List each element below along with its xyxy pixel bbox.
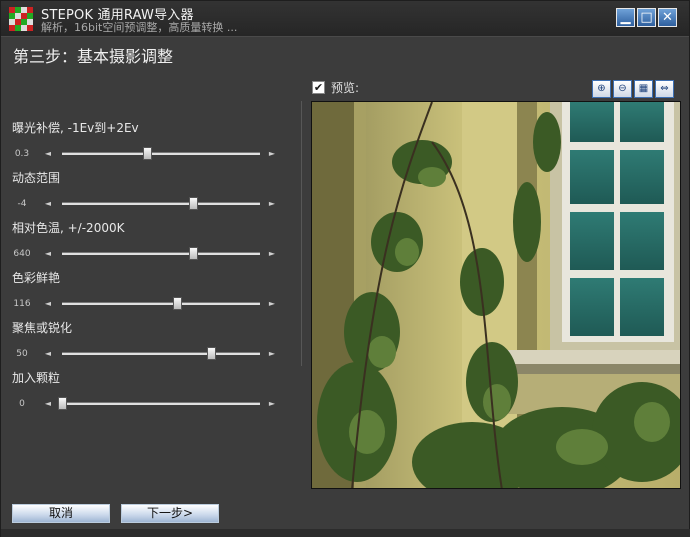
vibrance-increase-arrow[interactable]: ►: [267, 299, 277, 308]
exposure-slider-track[interactable]: [62, 147, 260, 160]
next-step-button[interactable]: 下一步>: [121, 504, 219, 523]
color-temp-value: 640: [13, 249, 31, 259]
sharpen-decrease-arrow[interactable]: ◄: [43, 349, 53, 358]
color-temp-slider-thumb[interactable]: [188, 247, 198, 260]
color-temp-label: 相对色温, +/-2000K: [12, 221, 125, 235]
stepok-raw-importer-window: STEPOK 通用RAW导入器 解析，16bit空间预调整，高质量转换 ... …: [0, 0, 690, 537]
vibrance-decrease-arrow[interactable]: ◄: [43, 299, 53, 308]
preview-checkbox[interactable]: ✔: [312, 81, 325, 94]
grain-increase-arrow[interactable]: ►: [267, 399, 277, 408]
minimize-button[interactable]: ▁: [616, 8, 635, 27]
actual-size-icon[interactable]: ▦: [634, 80, 653, 98]
color-temp-slider-track[interactable]: [62, 247, 260, 260]
exposure-increase-arrow[interactable]: ►: [267, 149, 277, 158]
color-temp-decrease-arrow[interactable]: ◄: [43, 249, 53, 258]
preview-label: 预览:: [331, 81, 360, 95]
grain-slider-thumb[interactable]: [58, 397, 67, 410]
sharpen-slider-thumb[interactable]: [206, 347, 216, 360]
cancel-button[interactable]: 取消: [12, 504, 110, 523]
sharpen-value: 50: [16, 349, 28, 359]
fit-window-icon[interactable]: ⇔: [655, 80, 674, 98]
color-temp-increase-arrow[interactable]: ►: [267, 249, 277, 258]
building-with-ivy-photo: [312, 102, 680, 488]
grain-label: 加入颗粒: [12, 371, 61, 385]
sharpen-label: 聚焦或锐化: [12, 321, 73, 335]
zoom-in-icon[interactable]: ⊕: [592, 80, 611, 98]
dynamic-range-value: -4: [17, 199, 27, 209]
exposure-label: 曝光补偿, -1Ev到+2Ev: [12, 121, 139, 135]
page-title: 第三步：基本摄影调整: [13, 47, 174, 66]
exposure-decrease-arrow[interactable]: ◄: [43, 149, 53, 158]
dynamic-range-label: 动态范围: [12, 171, 61, 185]
zoom-out-icon[interactable]: ⊖: [613, 80, 632, 98]
bottom-border: [1, 529, 690, 537]
sharpen-increase-arrow[interactable]: ►: [267, 349, 277, 358]
preview-image[interactable]: [311, 101, 681, 489]
title-bar[interactable]: STEPOK 通用RAW导入器 解析，16bit空间预调整，高质量转换 ... …: [1, 1, 689, 37]
maximize-button[interactable]: □: [637, 8, 656, 27]
window-subtitle: 解析，16bit空间预调整，高质量转换 ...: [41, 21, 238, 34]
vibrance-value: 116: [13, 299, 31, 309]
grain-decrease-arrow[interactable]: ◄: [43, 399, 53, 408]
dynamic-range-slider-thumb[interactable]: [188, 197, 198, 210]
grain-value: 0: [19, 399, 25, 409]
vibrance-slider-track[interactable]: [62, 297, 260, 310]
dynamic-range-slider-track[interactable]: [62, 197, 260, 210]
dynamic-range-increase-arrow[interactable]: ►: [267, 199, 277, 208]
dynamic-range-decrease-arrow[interactable]: ◄: [43, 199, 53, 208]
app-checker-icon: [9, 7, 33, 31]
exposure-value: 0.3: [14, 149, 30, 159]
panel-divider: [301, 101, 302, 366]
vibrance-label: 色彩鲜艳: [12, 271, 61, 285]
vibrance-slider-thumb[interactable]: [172, 297, 182, 310]
close-button[interactable]: ✕: [658, 8, 677, 27]
grain-slider-track[interactable]: [58, 397, 260, 410]
sharpen-slider-track[interactable]: [62, 347, 260, 360]
exposure-slider-thumb[interactable]: [143, 147, 153, 160]
